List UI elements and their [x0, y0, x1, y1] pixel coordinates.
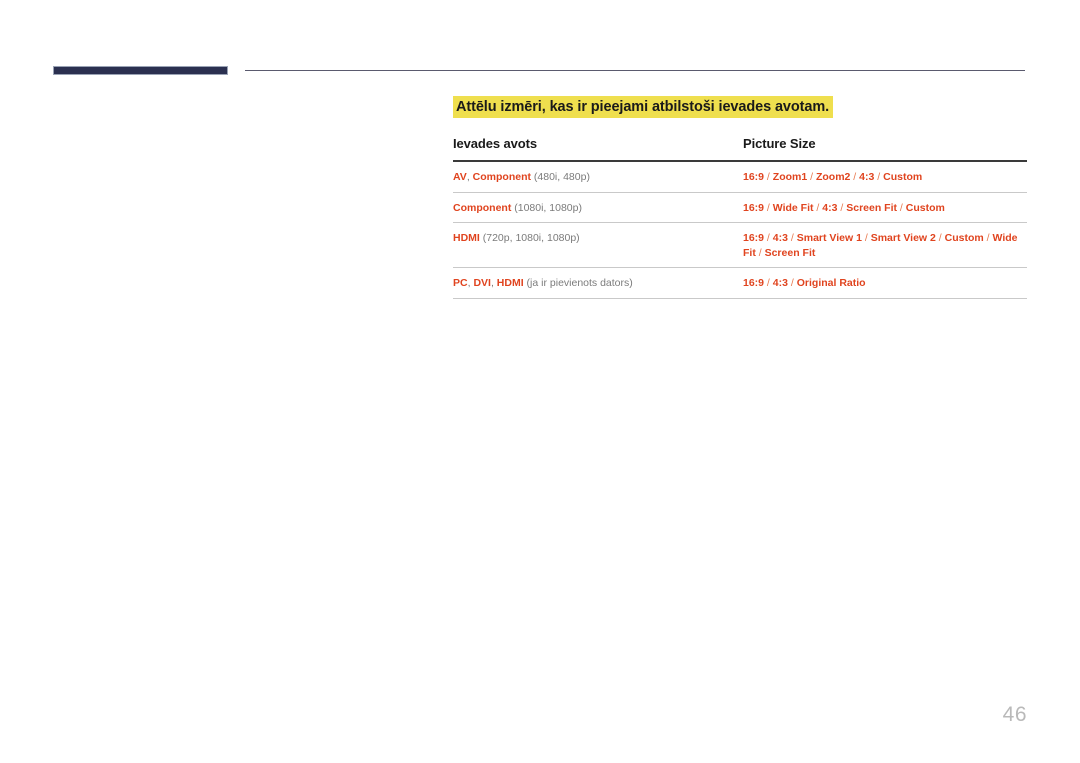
picture-size-value: Original Ratio — [796, 277, 866, 289]
cell-picture-size: 16:9 / 4:3 / Original Ratio — [743, 267, 1027, 299]
picture-size-separator: / — [764, 201, 773, 214]
picture-size-value: 16:9 — [743, 171, 765, 183]
picture-size-value: 4:3 — [772, 232, 788, 244]
page-number: 46 — [1002, 703, 1027, 726]
section-heading: Attēlu izmēri, kas ir pieejami atbilstoš… — [453, 96, 834, 118]
cell-picture-size: 16:9 / Zoom1 / Zoom2 / 4:3 / Custom — [743, 161, 1027, 193]
picture-size-separator: / — [787, 232, 797, 244]
source-note: (480i, 480p) — [530, 171, 590, 183]
picture-size-separator: / — [764, 277, 773, 289]
cell-picture-size: 16:9 / Wide Fit / 4:3 / Screen Fit / Cus… — [743, 192, 1027, 223]
source-term: Component — [472, 171, 531, 183]
table-row: AV, Component (480i, 480p) 16:9 / Zoom1 /… — [453, 161, 1027, 193]
picture-size-separator: / — [787, 277, 797, 289]
column-header-input-source: Ievades avots — [453, 136, 743, 162]
picture-size-value: 4:3 — [859, 171, 875, 183]
source-term: Component — [453, 201, 512, 214]
picture-size-value: Custom — [883, 171, 923, 183]
picture-size-separator: / — [874, 171, 884, 183]
picture-size-value: 16:9 — [743, 232, 765, 244]
picture-size-separator: / — [755, 246, 765, 259]
picture-size-value: Smart View 2 — [870, 232, 936, 244]
table-row: HDMI (720p, 1080i, 1080p) 16:9 / 4:3 / Sm… — [453, 222, 1027, 268]
table-row: Component (1080i, 1080p) 16:9 / Wide Fit … — [453, 192, 1027, 223]
picture-size-separator: / — [983, 232, 993, 244]
picture-size-value: Screen Fit — [764, 246, 816, 259]
picture-size-value: Custom — [944, 232, 984, 244]
cell-input-source: AV, Component (480i, 480p) — [453, 161, 743, 193]
picture-size-value: 16:9 — [743, 277, 765, 289]
cell-input-source: PC, DVI, HDMI (ja ir pievienots dators) — [453, 267, 743, 299]
picture-size-value: Custom — [905, 201, 945, 214]
column-header-picture-size: Picture Size — [743, 136, 1027, 162]
source-term: AV — [453, 171, 467, 183]
picture-size-value: Zoom1 — [772, 171, 808, 183]
source-term: HDMI — [496, 277, 524, 289]
content-column: Attēlu izmēri, kas ir pieejami atbilstoš… — [453, 96, 1027, 299]
cell-input-source: Component (1080i, 1080p) — [453, 192, 743, 223]
table-body: AV, Component (480i, 480p) 16:9 / Zoom1 /… — [453, 161, 1027, 299]
table-row: PC, DVI, HDMI (ja ir pievienots dators) 1… — [453, 267, 1027, 299]
source-term: HDMI — [453, 232, 480, 244]
cell-input-source: HDMI (720p, 1080i, 1080p) — [453, 222, 743, 268]
source-note: (720p, 1080i, 1080p) — [479, 232, 580, 244]
picture-size-separator: / — [935, 232, 945, 244]
picture-size-value: Wide Fit — [772, 201, 814, 214]
picture-size-table: Ievades avots Picture Size AV, Component… — [453, 136, 1027, 299]
picture-size-separator: / — [764, 171, 773, 183]
picture-size-value: 4:3 — [822, 201, 838, 214]
picture-size-value: Zoom2 — [815, 171, 851, 183]
picture-size-separator: / — [764, 232, 773, 244]
source-note: (ja ir pievienots dators) — [523, 277, 633, 289]
header-rule — [245, 70, 1025, 71]
source-term: PC — [453, 277, 468, 289]
cell-picture-size: 16:9 / 4:3 / Smart View 1 / Smart View 2… — [743, 222, 1027, 268]
source-note: (1080i, 1080p) — [511, 201, 582, 214]
source-term: DVI — [473, 277, 491, 289]
header-navy-bar — [53, 66, 228, 75]
picture-size-value: Screen Fit — [846, 201, 898, 214]
picture-size-value: Smart View 1 — [796, 232, 862, 244]
picture-size-separator: / — [837, 201, 847, 214]
picture-size-separator: / — [897, 201, 906, 214]
picture-size-value: 4:3 — [772, 277, 788, 289]
picture-size-value: 16:9 — [743, 201, 765, 214]
picture-size-separator: / — [813, 201, 823, 214]
table-header-row: Ievades avots Picture Size — [453, 136, 1027, 162]
picture-size-separator: / — [861, 232, 871, 244]
picture-size-separator: / — [850, 171, 860, 183]
picture-size-separator: / — [807, 171, 816, 183]
